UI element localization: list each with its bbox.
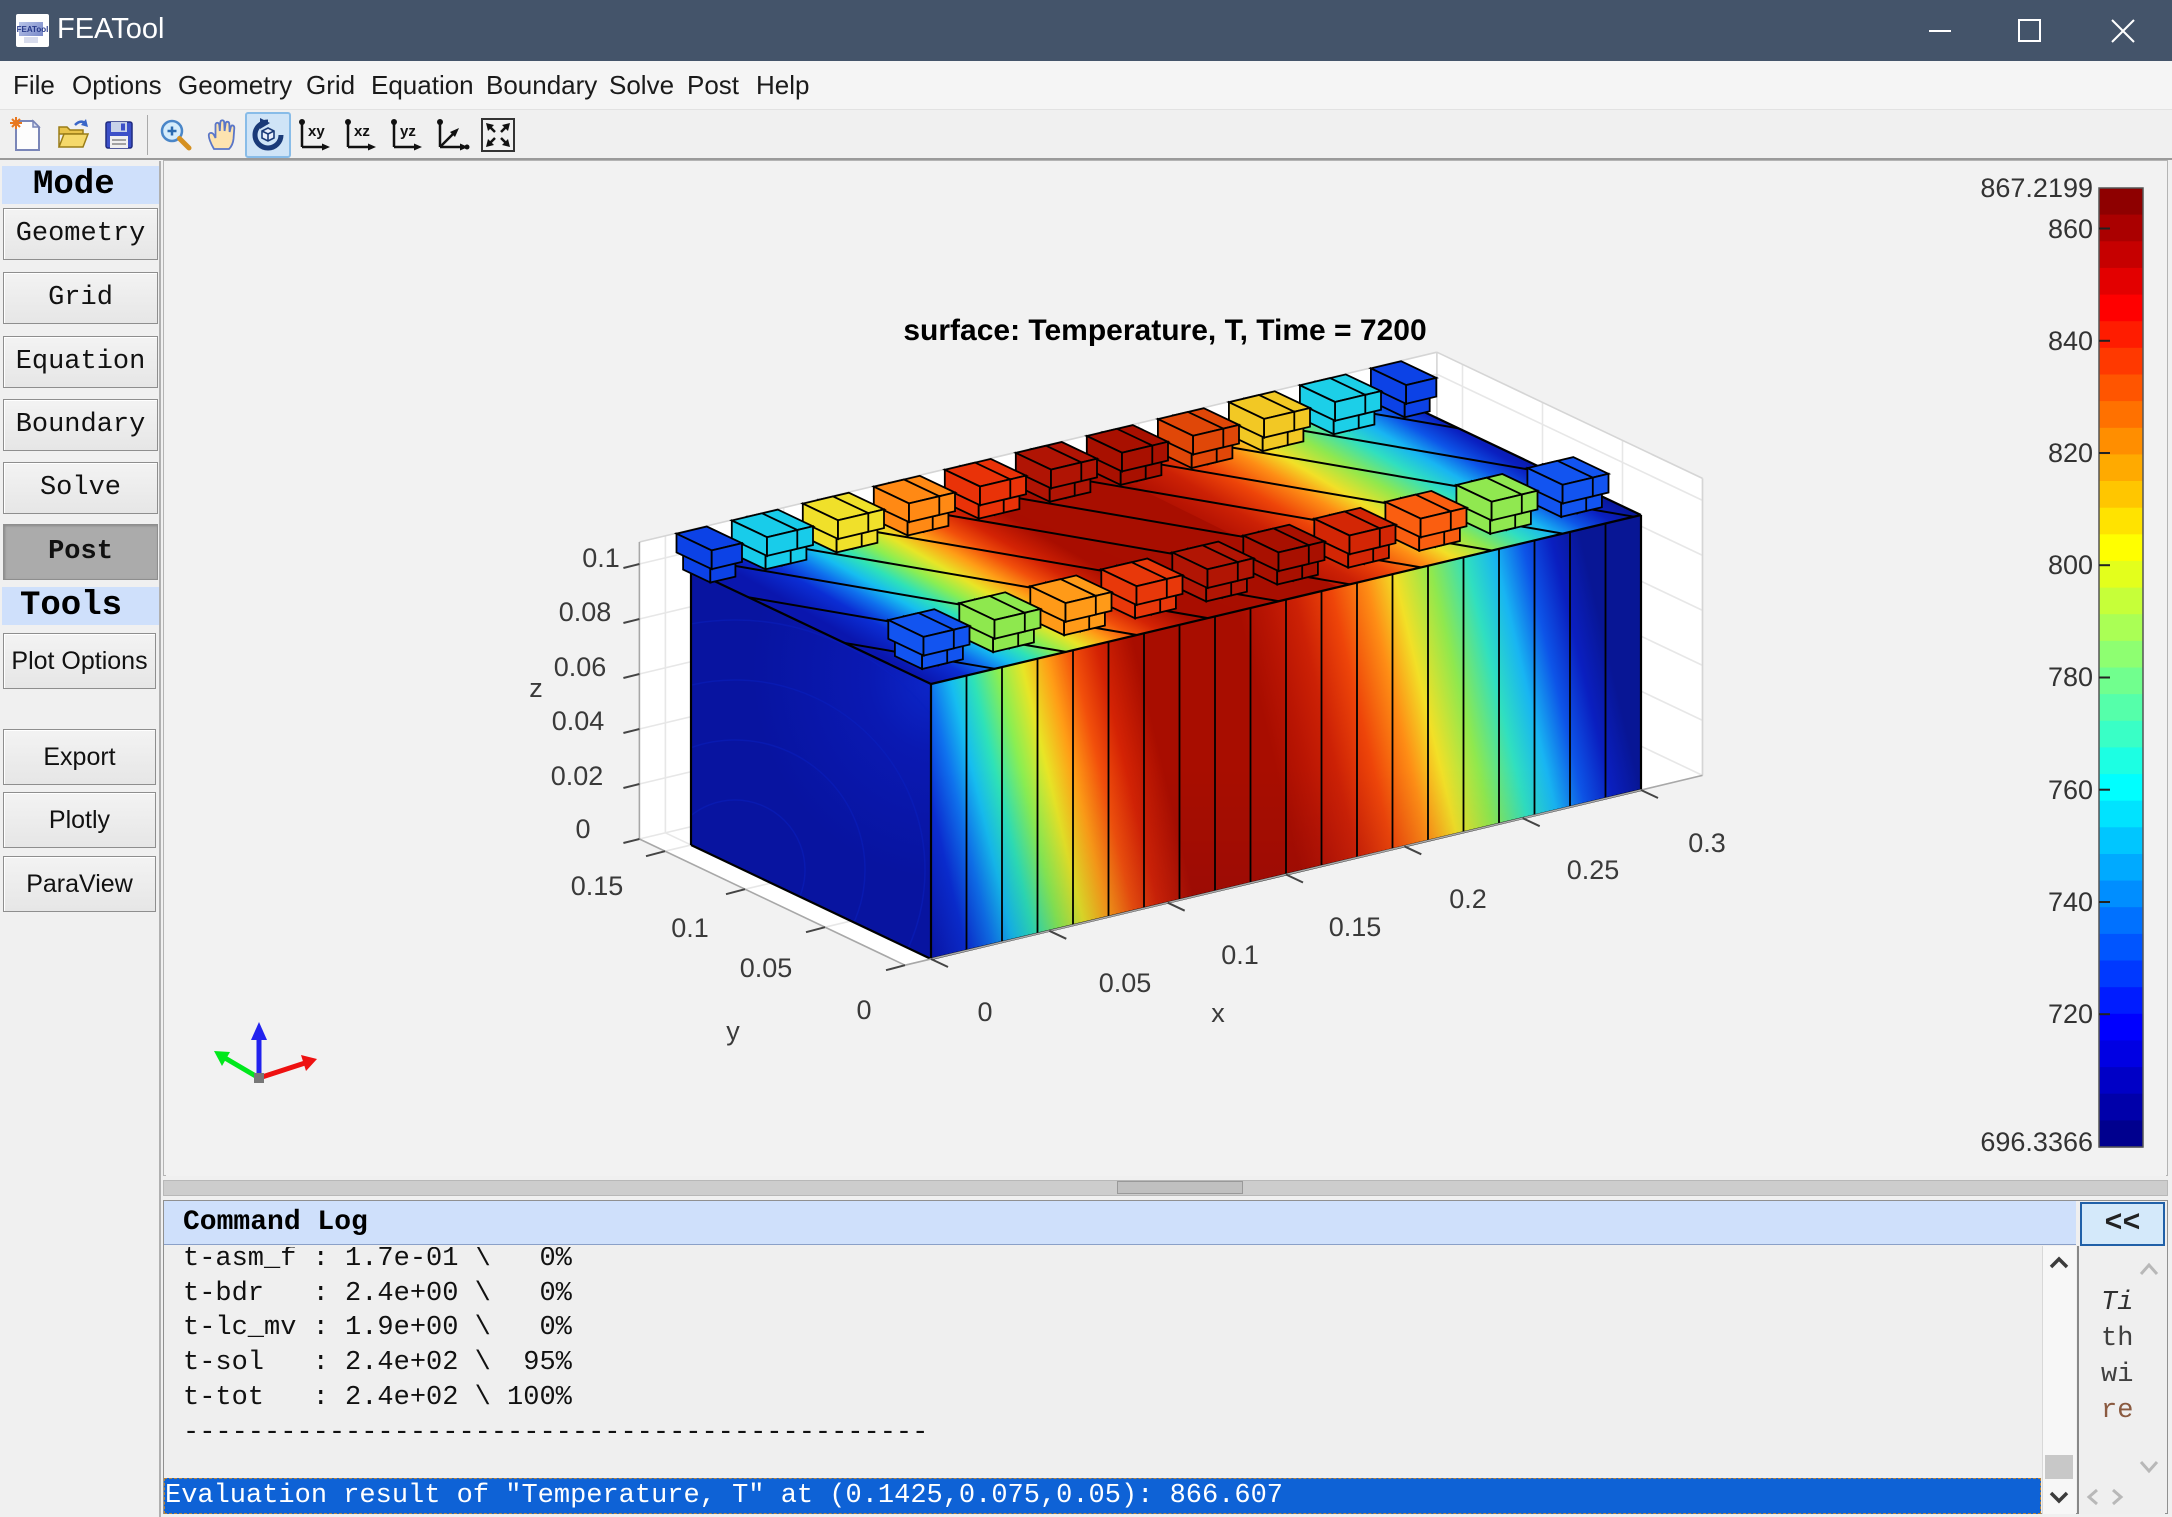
svg-text:0.02: 0.02 <box>551 761 604 791</box>
svg-text:0.05: 0.05 <box>740 953 793 983</box>
svg-text:0.25: 0.25 <box>1567 855 1620 885</box>
svg-text:696.3366: 696.3366 <box>1980 1127 2093 1157</box>
svg-text:0.05: 0.05 <box>1099 968 1152 998</box>
svg-text:0: 0 <box>977 997 992 1027</box>
svg-text:867.2199: 867.2199 <box>1980 173 2093 203</box>
svg-text:0.04: 0.04 <box>552 706 605 736</box>
svg-text:y: y <box>726 1016 740 1046</box>
svg-text:800: 800 <box>2048 550 2093 580</box>
svg-text:0.06: 0.06 <box>554 652 607 682</box>
svg-text:760: 760 <box>2048 775 2093 805</box>
svg-text:0.1: 0.1 <box>582 543 620 573</box>
svg-text:840: 840 <box>2048 326 2093 356</box>
svg-text:860: 860 <box>2048 214 2093 244</box>
svg-text:surface: Temperature, T, Time: surface: Temperature, T, Time = 7200 <box>903 314 1426 347</box>
svg-text:780: 780 <box>2048 662 2093 692</box>
svg-text:x: x <box>1211 998 1225 1028</box>
svg-text:0.1: 0.1 <box>1221 940 1259 970</box>
svg-text:820: 820 <box>2048 438 2093 468</box>
svg-text:0.08: 0.08 <box>559 597 612 627</box>
svg-text:0.15: 0.15 <box>1329 912 1382 942</box>
svg-text:740: 740 <box>2048 887 2093 917</box>
svg-text:0.3: 0.3 <box>1688 828 1726 858</box>
svg-text:0.1: 0.1 <box>671 913 709 943</box>
svg-text:720: 720 <box>2048 999 2093 1029</box>
svg-text:0.15: 0.15 <box>571 871 624 901</box>
svg-text:0: 0 <box>856 995 871 1025</box>
svg-text:z: z <box>529 673 543 703</box>
svg-text:0: 0 <box>575 814 590 844</box>
svg-text:0.2: 0.2 <box>1449 884 1487 914</box>
